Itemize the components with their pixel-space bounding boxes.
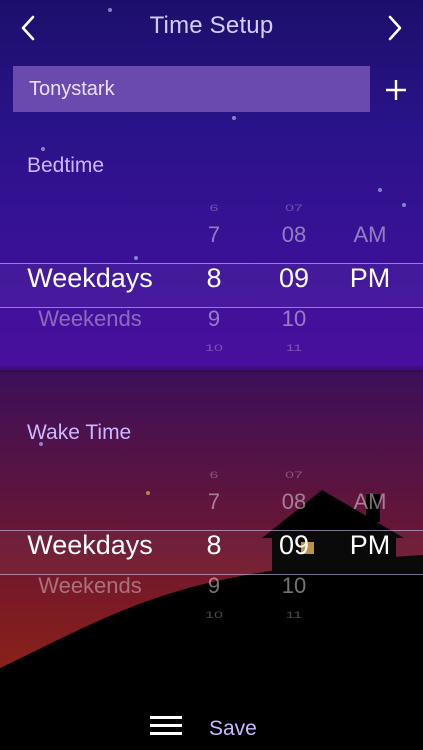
username-field[interactable]: Tonystark xyxy=(13,66,370,112)
add-user-button[interactable] xyxy=(380,74,412,106)
star-decoration xyxy=(41,147,45,151)
hour-option[interactable]: 10 xyxy=(184,611,244,621)
minute-option[interactable]: 08 xyxy=(262,222,326,248)
ampm-option-selected[interactable]: PM xyxy=(335,263,405,294)
hour-option-selected[interactable]: 8 xyxy=(184,530,244,561)
ampm-option[interactable]: AM xyxy=(335,222,405,248)
minute-option[interactable]: 11 xyxy=(262,611,326,621)
chevron-right-icon xyxy=(388,15,402,41)
bottom-toolbar: Save xyxy=(0,706,423,750)
hour-option[interactable]: 7 xyxy=(184,489,244,515)
hour-option[interactable]: 7 xyxy=(184,222,244,248)
hour-option[interactable]: 9 xyxy=(184,573,244,599)
hour-option[interactable]: 6 xyxy=(184,471,244,481)
minute-option-selected[interactable]: 09 xyxy=(262,263,326,294)
waketime-label: Wake Time xyxy=(27,421,132,444)
waketime-picker[interactable]: Weekdays Weekends 6 7 8 9 10 07 08 09 10… xyxy=(0,467,423,637)
hour-option[interactable]: 6 xyxy=(184,204,244,214)
star-decoration xyxy=(232,116,236,120)
minute-option[interactable]: 07 xyxy=(262,471,326,481)
minute-option[interactable]: 08 xyxy=(262,489,326,515)
bedtime-picker[interactable]: Weekdays Weekends 6 7 8 9 10 07 08 09 10… xyxy=(0,200,423,370)
minute-option[interactable]: 07 xyxy=(262,204,326,214)
top-nav-bar: Time Setup xyxy=(0,0,423,54)
minute-option[interactable]: 10 xyxy=(262,573,326,599)
hour-option[interactable]: 9 xyxy=(184,306,244,332)
username-value: Tonystark xyxy=(29,77,115,100)
ampm-option[interactable]: AM xyxy=(335,489,405,515)
minute-option[interactable]: 10 xyxy=(262,306,326,332)
day-option[interactable]: Weekends xyxy=(10,573,170,599)
plus-icon xyxy=(386,80,406,100)
hour-option[interactable]: 10 xyxy=(184,344,244,354)
minute-option-selected[interactable]: 09 xyxy=(262,530,326,561)
day-option-selected[interactable]: Weekdays xyxy=(10,530,170,561)
ampm-option-selected[interactable]: PM xyxy=(335,530,405,561)
save-button[interactable]: Save xyxy=(209,717,257,741)
hamburger-menu-icon xyxy=(150,716,184,735)
app-screen: Time Setup Tonystark Bedtime Weekdays We… xyxy=(0,0,423,750)
star-decoration xyxy=(378,188,382,192)
bedtime-label: Bedtime xyxy=(27,154,105,177)
day-option-selected[interactable]: Weekdays xyxy=(10,263,170,294)
page-title: Time Setup xyxy=(149,12,274,39)
hour-option-selected[interactable]: 8 xyxy=(184,263,244,294)
menu-button[interactable] xyxy=(150,716,184,742)
day-option[interactable]: Weekends xyxy=(10,306,170,332)
next-button[interactable] xyxy=(375,8,415,48)
minute-option[interactable]: 11 xyxy=(262,344,326,354)
